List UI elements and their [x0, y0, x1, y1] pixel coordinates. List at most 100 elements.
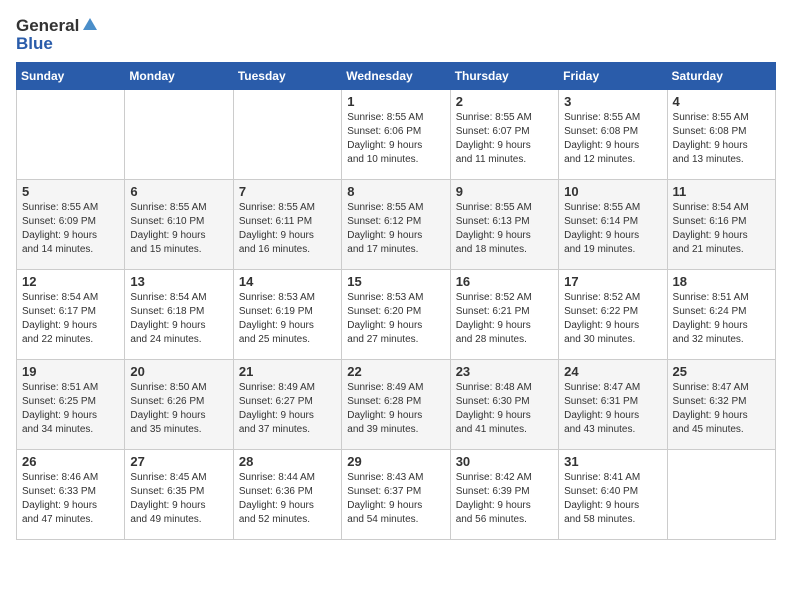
cell-info: Sunrise: 8:55 AM Sunset: 6:06 PM Dayligh… [347, 111, 444, 167]
day-number: 26 [22, 454, 119, 469]
day-number: 1 [347, 94, 444, 109]
calendar-cell-2-3: 15Sunrise: 8:53 AM Sunset: 6:20 PM Dayli… [342, 270, 450, 360]
day-number: 2 [456, 94, 553, 109]
day-number: 17 [564, 274, 661, 289]
weekday-header-saturday: Saturday [667, 63, 775, 90]
day-number: 29 [347, 454, 444, 469]
calendar-cell-0-6: 4Sunrise: 8:55 AM Sunset: 6:08 PM Daylig… [667, 90, 775, 180]
calendar-body: 1 Sunrise: 8:55 AM Sunset: 6:06 PM Daylig… [17, 90, 776, 540]
calendar-week-0: 1 Sunrise: 8:55 AM Sunset: 6:06 PM Daylig… [17, 90, 776, 180]
cell-info: Sunrise: 8:49 AM Sunset: 6:28 PM Dayligh… [347, 381, 444, 437]
calendar-cell-2-6: 18Sunrise: 8:51 AM Sunset: 6:24 PM Dayli… [667, 270, 775, 360]
cell-info: Sunrise: 8:43 AM Sunset: 6:37 PM Dayligh… [347, 471, 444, 527]
calendar-cell-4-2: 28 Sunrise: 8:44 AM Sunset: 6:36 PM Dayli… [233, 450, 341, 540]
cell-info: Sunrise: 8:54 AM Sunset: 6:17 PM Dayligh… [22, 291, 119, 347]
calendar-week-2: 12 Sunrise: 8:54 AM Sunset: 6:17 PM Dayli… [17, 270, 776, 360]
calendar-cell-2-0: 12 Sunrise: 8:54 AM Sunset: 6:17 PM Dayli… [17, 270, 125, 360]
calendar: SundayMondayTuesdayWednesdayThursdayFrid… [16, 62, 776, 540]
cell-info: Sunrise: 8:42 AM Sunset: 6:39 PM Dayligh… [456, 471, 553, 527]
calendar-cell-4-6 [667, 450, 775, 540]
calendar-cell-1-0: 5 Sunrise: 8:55 AM Sunset: 6:09 PM Daylig… [17, 180, 125, 270]
calendar-cell-1-6: 11 Sunrise: 8:54 AM Sunset: 6:16 PM Dayli… [667, 180, 775, 270]
cell-info: Sunrise: 8:41 AM Sunset: 6:40 PM Dayligh… [564, 471, 661, 527]
cell-info: Sunrise: 8:52 AM Sunset: 6:22 PM Dayligh… [564, 291, 661, 347]
weekday-header-thursday: Thursday [450, 63, 558, 90]
cell-info: Sunrise: 8:55 AM Sunset: 6:11 PM Dayligh… [239, 201, 336, 257]
cell-info: Sunrise: 8:46 AM Sunset: 6:33 PM Dayligh… [22, 471, 119, 527]
day-number: 9 [456, 184, 553, 199]
day-number: 22 [347, 364, 444, 379]
day-number: 5 [22, 184, 119, 199]
day-number: 3 [564, 94, 661, 109]
calendar-cell-4-4: 30 Sunrise: 8:42 AM Sunset: 6:39 PM Dayli… [450, 450, 558, 540]
calendar-cell-4-5: 31 Sunrise: 8:41 AM Sunset: 6:40 PM Dayli… [559, 450, 667, 540]
cell-info: Sunrise: 8:47 AM Sunset: 6:31 PM Dayligh… [564, 381, 661, 437]
cell-info: Sunrise: 8:44 AM Sunset: 6:36 PM Dayligh… [239, 471, 336, 527]
cell-info: Sunrise: 8:55 AM Sunset: 6:08 PM Dayligh… [564, 111, 661, 167]
cell-info: Sunrise: 8:53 AM Sunset: 6:19 PM Dayligh… [239, 291, 336, 347]
weekday-header-tuesday: Tuesday [233, 63, 341, 90]
header: General Blue [16, 16, 776, 54]
cell-info: Sunrise: 8:49 AM Sunset: 6:27 PM Dayligh… [239, 381, 336, 437]
cell-info: Sunrise: 8:55 AM Sunset: 6:09 PM Dayligh… [22, 201, 119, 257]
cell-info: Sunrise: 8:45 AM Sunset: 6:35 PM Dayligh… [130, 471, 227, 527]
calendar-cell-0-4: 2 Sunrise: 8:55 AM Sunset: 6:07 PM Daylig… [450, 90, 558, 180]
logo-general: General [16, 16, 79, 36]
day-number: 14 [239, 274, 336, 289]
calendar-cell-3-3: 22 Sunrise: 8:49 AM Sunset: 6:28 PM Dayli… [342, 360, 450, 450]
calendar-cell-2-2: 14 Sunrise: 8:53 AM Sunset: 6:19 PM Dayli… [233, 270, 341, 360]
cell-info: Sunrise: 8:50 AM Sunset: 6:26 PM Dayligh… [130, 381, 227, 437]
calendar-cell-2-4: 16 Sunrise: 8:52 AM Sunset: 6:21 PM Dayli… [450, 270, 558, 360]
calendar-cell-1-3: 8 Sunrise: 8:55 AM Sunset: 6:12 PM Daylig… [342, 180, 450, 270]
calendar-cell-3-6: 25 Sunrise: 8:47 AM Sunset: 6:32 PM Dayli… [667, 360, 775, 450]
calendar-cell-0-1 [125, 90, 233, 180]
page: General Blue SundayMondayTuesdayWednesda… [0, 0, 792, 556]
cell-info: Sunrise: 8:47 AM Sunset: 6:32 PM Dayligh… [673, 381, 770, 437]
cell-info: Sunrise: 8:54 AM Sunset: 6:18 PM Dayligh… [130, 291, 227, 347]
day-number: 19 [22, 364, 119, 379]
weekday-header-friday: Friday [559, 63, 667, 90]
day-number: 13 [130, 274, 227, 289]
calendar-cell-1-1: 6Sunrise: 8:55 AM Sunset: 6:10 PM Daylig… [125, 180, 233, 270]
logo-icon [81, 16, 99, 34]
cell-info: Sunrise: 8:48 AM Sunset: 6:30 PM Dayligh… [456, 381, 553, 437]
day-number: 28 [239, 454, 336, 469]
day-number: 11 [673, 184, 770, 199]
calendar-cell-4-1: 27Sunrise: 8:45 AM Sunset: 6:35 PM Dayli… [125, 450, 233, 540]
calendar-week-3: 19 Sunrise: 8:51 AM Sunset: 6:25 PM Dayli… [17, 360, 776, 450]
cell-info: Sunrise: 8:55 AM Sunset: 6:10 PM Dayligh… [130, 201, 227, 257]
calendar-week-4: 26 Sunrise: 8:46 AM Sunset: 6:33 PM Dayli… [17, 450, 776, 540]
calendar-cell-2-5: 17 Sunrise: 8:52 AM Sunset: 6:22 PM Dayli… [559, 270, 667, 360]
day-number: 23 [456, 364, 553, 379]
weekday-header-monday: Monday [125, 63, 233, 90]
day-number: 12 [22, 274, 119, 289]
weekday-header-wednesday: Wednesday [342, 63, 450, 90]
calendar-cell-2-1: 13 Sunrise: 8:54 AM Sunset: 6:18 PM Dayli… [125, 270, 233, 360]
cell-info: Sunrise: 8:55 AM Sunset: 6:14 PM Dayligh… [564, 201, 661, 257]
calendar-cell-1-5: 10Sunrise: 8:55 AM Sunset: 6:14 PM Dayli… [559, 180, 667, 270]
day-number: 31 [564, 454, 661, 469]
calendar-cell-0-2 [233, 90, 341, 180]
cell-info: Sunrise: 8:52 AM Sunset: 6:21 PM Dayligh… [456, 291, 553, 347]
calendar-cell-3-0: 19 Sunrise: 8:51 AM Sunset: 6:25 PM Dayli… [17, 360, 125, 450]
day-number: 4 [673, 94, 770, 109]
cell-info: Sunrise: 8:55 AM Sunset: 6:13 PM Dayligh… [456, 201, 553, 257]
logo-text: General Blue [16, 16, 99, 54]
day-number: 30 [456, 454, 553, 469]
weekday-header-row: SundayMondayTuesdayWednesdayThursdayFrid… [17, 63, 776, 90]
day-number: 25 [673, 364, 770, 379]
cell-info: Sunrise: 8:55 AM Sunset: 6:07 PM Dayligh… [456, 111, 553, 167]
cell-info: Sunrise: 8:55 AM Sunset: 6:12 PM Dayligh… [347, 201, 444, 257]
day-number: 15 [347, 274, 444, 289]
cell-info: Sunrise: 8:51 AM Sunset: 6:25 PM Dayligh… [22, 381, 119, 437]
logo-blue: Blue [16, 34, 99, 54]
day-number: 8 [347, 184, 444, 199]
cell-info: Sunrise: 8:54 AM Sunset: 6:16 PM Dayligh… [673, 201, 770, 257]
calendar-cell-3-5: 24Sunrise: 8:47 AM Sunset: 6:31 PM Dayli… [559, 360, 667, 450]
day-number: 16 [456, 274, 553, 289]
day-number: 7 [239, 184, 336, 199]
calendar-header: SundayMondayTuesdayWednesdayThursdayFrid… [17, 63, 776, 90]
weekday-header-sunday: Sunday [17, 63, 125, 90]
calendar-cell-3-1: 20Sunrise: 8:50 AM Sunset: 6:26 PM Dayli… [125, 360, 233, 450]
calendar-cell-3-4: 23 Sunrise: 8:48 AM Sunset: 6:30 PM Dayli… [450, 360, 558, 450]
